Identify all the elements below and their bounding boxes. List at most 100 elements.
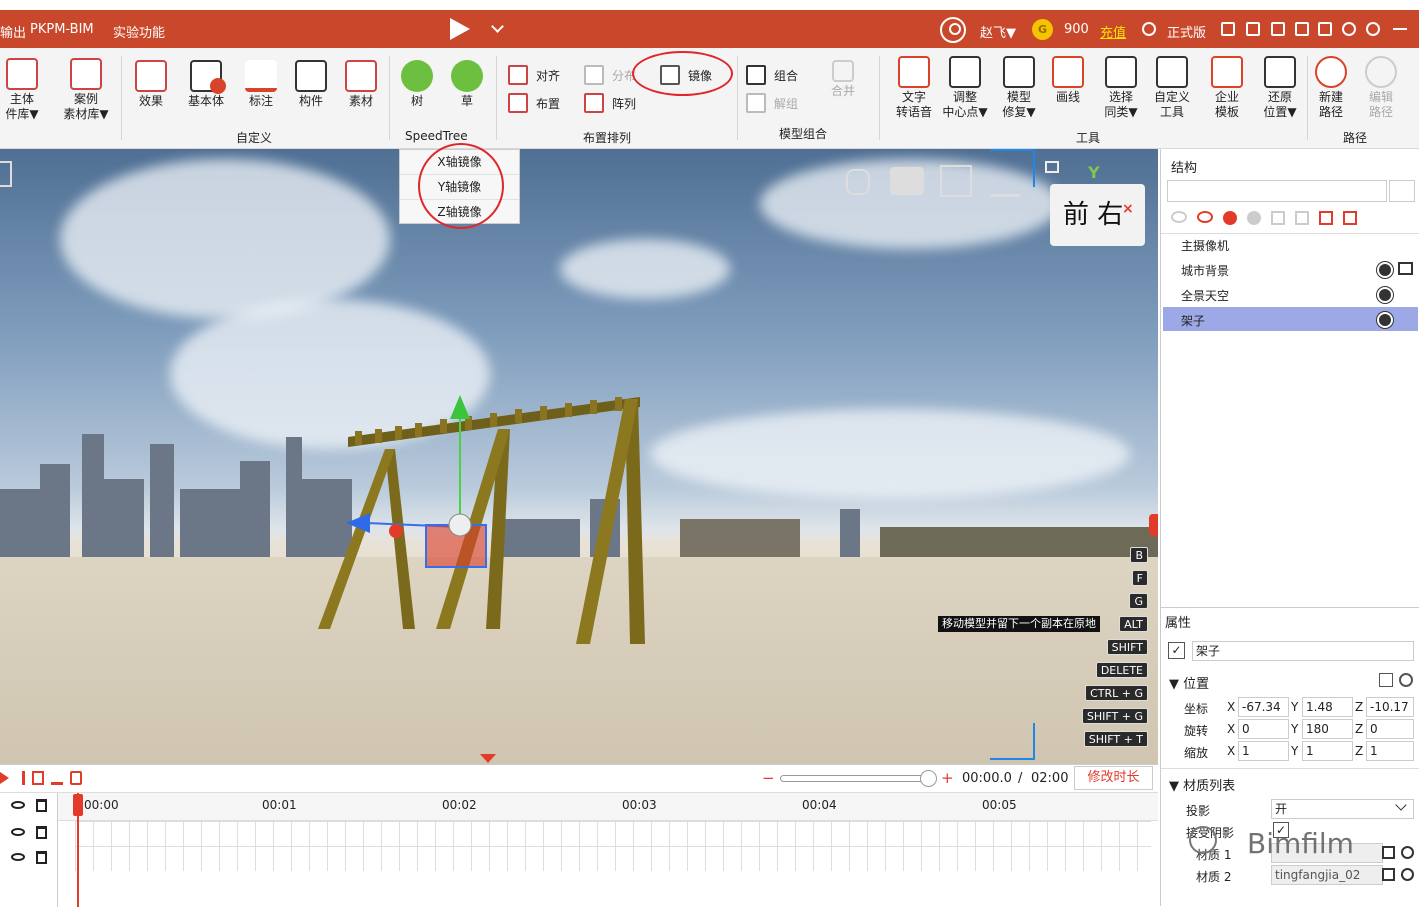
ribbon-main-library[interactable]: 主体 件库▼ [0,58,44,122]
tree-item-main-camera[interactable]: 主摄像机 [1181,237,1229,254]
chat-icon[interactable] [1246,22,1260,36]
coord-z-field[interactable]: -10.17 [1366,697,1414,717]
trash-icon[interactable] [36,826,47,839]
object-name-field[interactable]: 架子 [1192,641,1414,661]
sun-icon[interactable] [1379,289,1391,301]
reset-icon[interactable] [1401,868,1414,881]
zoom-out-icon[interactable]: − [762,769,775,787]
eye-icon[interactable] [11,801,25,809]
align-button[interactable]: 对齐 [508,65,560,85]
recharge-link[interactable]: 充值 [1100,22,1126,41]
trash-icon[interactable] [36,851,47,864]
playhead-handle[interactable] [73,794,83,816]
enterprise-template-button[interactable]: 企业 模板 [1204,56,1250,120]
hide-icon[interactable] [1197,211,1213,223]
eye-icon[interactable] [1171,211,1187,223]
home-view-icon[interactable] [1045,161,1059,173]
right-panel-toggle[interactable] [1149,514,1158,536]
home-icon[interactable] [1318,22,1332,36]
select-icon[interactable] [1319,211,1333,225]
place-button[interactable]: 布置 [508,93,560,113]
array-button[interactable]: 阵列 [584,93,636,113]
adjust-center-button[interactable]: 调整 中心点▼ [938,56,992,120]
ribbon-case-library[interactable]: 案例 素材库▼ [58,58,114,122]
scale-x-field[interactable]: 1 [1238,741,1289,761]
doc-icon[interactable] [1221,22,1235,36]
sun-icon[interactable] [1379,264,1391,276]
search-icon[interactable] [1389,180,1415,202]
group-button[interactable]: 组合 [746,65,798,85]
tree-item-panorama-sky[interactable]: 全景天空 [1181,287,1229,304]
light-off-icon[interactable] [1247,211,1261,225]
zoom-slider-thumb[interactable] [920,770,937,787]
material-pick-icon[interactable] [1382,846,1395,859]
play-icon[interactable] [450,18,470,40]
visible-checkbox[interactable]: ✓ [1168,642,1185,659]
distribute-button[interactable]: 分布 [584,65,636,85]
light-icon[interactable] [1223,211,1237,225]
trash-icon[interactable] [36,799,47,812]
text-to-speech-button[interactable]: 文字 转语音 [891,56,937,120]
reset-icon[interactable] [1401,846,1414,859]
coord-y-field[interactable]: 1.48 [1302,697,1353,717]
axis-cube-icon[interactable] [990,165,1020,197]
material-section-title[interactable]: ▼ 材质列表 [1169,775,1235,794]
clip-icon[interactable] [70,771,82,785]
primitive-button[interactable]: 基本体 [183,60,229,109]
minimize-icon[interactable] [1393,22,1407,30]
zoom-in-icon[interactable]: + [941,769,954,787]
focus-icon[interactable] [940,165,972,197]
material2-field[interactable]: tingfangjia_02 [1271,865,1383,885]
tree-button[interactable]: 树 [400,60,434,109]
menu-output[interactable]: 输出 [0,22,26,41]
list-icon[interactable] [1271,211,1285,225]
eye-icon[interactable] [11,853,25,861]
compass-icon[interactable] [1366,22,1380,36]
transform-gizmo[interactable] [340,389,500,579]
coord-x-field[interactable]: -67.34 [1238,697,1289,717]
deselect-icon[interactable] [1343,211,1357,225]
edit-duration-button[interactable]: 修改时长 [1074,766,1153,790]
scale-z-field[interactable]: 1 [1366,741,1414,761]
footprints-icon[interactable] [846,169,870,195]
grass-button[interactable]: 草 [450,60,484,109]
layer-icon[interactable] [1295,211,1309,225]
step-forward-icon[interactable] [13,771,25,785]
effect-button[interactable]: 效果 [134,60,168,109]
zoom-slider[interactable] [780,775,935,782]
select-similar-button[interactable]: 选择 同类▼ [1098,56,1144,120]
tree-item-city-background[interactable]: 城市背景 [1181,262,1229,279]
structure-search-input[interactable] [1167,180,1387,202]
play-icon[interactable] [0,772,9,784]
menu-experimental[interactable]: 实验功能 [113,22,165,41]
rotation-x-field[interactable]: 0 [1238,719,1289,739]
chart-icon[interactable] [51,771,63,785]
component-button[interactable]: 构件 [294,60,328,109]
avatar[interactable] [940,17,966,43]
material-button[interactable]: 素材 [344,60,378,109]
edit-path-button[interactable]: 编辑 路径 [1362,56,1400,120]
gear-icon[interactable] [1342,22,1356,36]
model-repair-button[interactable]: 模型 修复▼ [996,56,1042,120]
user-name[interactable]: 赵飞▼ [980,22,1016,41]
new-path-button[interactable]: 新建 路径 [1312,56,1350,120]
cast-shadow-select[interactable]: 开 [1271,799,1414,819]
timeline-toggle[interactable] [480,754,496,763]
rotation-z-field[interactable]: 0 [1366,719,1414,739]
position-section-title[interactable]: ▼ 位置 [1169,673,1209,692]
more-icon[interactable] [1379,673,1393,687]
rotation-y-field[interactable]: 180 [1302,719,1353,739]
ungroup-button[interactable]: 解组 [746,93,798,113]
track-grid[interactable] [75,821,1151,871]
calendar-icon[interactable] [1271,22,1285,36]
3d-viewport[interactable]: Y 前 右 × B F G 移动模型并留下一个副本在原地 ALT SHIFT D… [0,149,1158,764]
reset-icon[interactable] [1399,673,1413,687]
sun-icon[interactable] [1379,314,1391,326]
scale-y-field[interactable]: 1 [1302,741,1353,761]
screen-icon[interactable] [1295,22,1309,36]
draw-line-button[interactable]: 画线 [1048,56,1088,105]
eye-icon[interactable] [11,828,25,836]
merge-button[interactable]: 合并 [826,60,860,99]
annotate-button[interactable]: 标注 [244,60,278,109]
custom-tool-button[interactable]: 自定义 工具 [1149,56,1195,120]
